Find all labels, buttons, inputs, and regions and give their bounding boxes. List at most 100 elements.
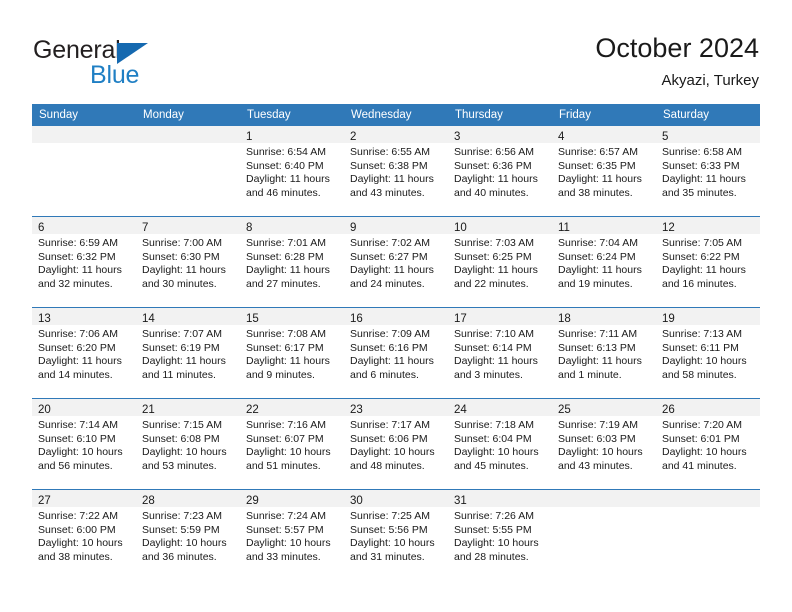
sunrise-text: Sunrise: 6:59 AM	[38, 237, 118, 249]
day-cell-inner: 31 Sunrise: 7:26 AM Sunset: 5:55 PM Dayligh…	[448, 490, 552, 579]
day-cell-inner: 6 Sunrise: 6:59 AM Sunset: 6:32 PM Daylight…	[32, 217, 136, 306]
calendar-day-cell[interactable]: 28 Sunrise: 7:23 AM Sunset: 5:59 PM Dayligh…	[136, 489, 240, 580]
sunset-text: Sunset: 6:16 PM	[350, 341, 428, 354]
sunrise-text: Sunrise: 7:01 AM	[246, 237, 326, 249]
day-cell-inner: 18 Sunrise: 7:11 AM Sunset: 6:13 PM Dayligh…	[552, 308, 656, 397]
calendar-day-cell[interactable]: 17 Sunrise: 7:10 AM Sunset: 6:14 PM Dayligh…	[448, 307, 552, 399]
calendar-week-row: 1 Sunrise: 6:54 AM Sunset: 6:40 PM Daylight…	[32, 126, 760, 217]
daylight-text: Daylight: 10 hours	[662, 355, 747, 368]
calendar-day-cell[interactable]: 31 Sunrise: 7:26 AM Sunset: 5:55 PM Dayligh…	[448, 489, 552, 580]
day-number-band: 21	[136, 399, 240, 416]
calendar-day-cell[interactable]: 29 Sunrise: 7:24 AM Sunset: 5:57 PM Dayligh…	[240, 489, 344, 580]
day-detail-lines: Sunrise: 7:13 AM Sunset: 6:11 PM Daylight:…	[656, 325, 760, 382]
daylight-text: Daylight: 11 hours	[454, 264, 538, 277]
calendar-day-cell[interactable]: 22 Sunrise: 7:16 AM Sunset: 6:07 PM Dayligh…	[240, 398, 344, 490]
day-detail-lines: Sunrise: 7:00 AM Sunset: 6:30 PM Daylight:…	[136, 234, 240, 291]
sunrise-text: Sunrise: 6:58 AM	[662, 146, 742, 158]
daylight-text-cont: and 35 minutes.	[662, 186, 737, 199]
calendar-day-cell[interactable]: 15 Sunrise: 7:08 AM Sunset: 6:17 PM Dayligh…	[240, 307, 344, 399]
calendar-day-cell[interactable]: 30 Sunrise: 7:25 AM Sunset: 5:56 PM Dayligh…	[344, 489, 448, 580]
calendar-day-cell[interactable]: 16 Sunrise: 7:09 AM Sunset: 6:16 PM Dayligh…	[344, 307, 448, 399]
day-number: 13	[38, 313, 51, 325]
day-detail-lines: Sunrise: 7:09 AM Sunset: 6:16 PM Daylight:…	[344, 325, 448, 382]
daylight-text: Daylight: 10 hours	[454, 446, 539, 459]
brand-logo[interactable]: General Blue	[33, 36, 273, 89]
daylight-text-cont: and 11 minutes.	[142, 368, 216, 381]
sunset-text: Sunset: 6:25 PM	[454, 250, 532, 263]
day-cell-inner: 22 Sunrise: 7:16 AM Sunset: 6:07 PM Dayligh…	[240, 399, 344, 488]
day-cell-inner: 2 Sunrise: 6:55 AM Sunset: 6:38 PM Daylight…	[344, 126, 448, 215]
calendar-day-cell[interactable]: 26 Sunrise: 7:20 AM Sunset: 6:01 PM Dayligh…	[656, 398, 760, 490]
daylight-text-cont: and 24 minutes.	[350, 277, 425, 290]
daylight-text: Daylight: 11 hours	[38, 355, 122, 368]
calendar-day-cell[interactable]: 21 Sunrise: 7:15 AM Sunset: 6:08 PM Dayligh…	[136, 398, 240, 490]
calendar-day-cell[interactable]: 23 Sunrise: 7:17 AM Sunset: 6:06 PM Dayligh…	[344, 398, 448, 490]
calendar-day-cell[interactable]: 13 Sunrise: 7:06 AM Sunset: 6:20 PM Dayligh…	[32, 307, 136, 399]
calendar-day-cell[interactable]: 6 Sunrise: 6:59 AM Sunset: 6:32 PM Daylight…	[32, 216, 136, 308]
daylight-text: Daylight: 10 hours	[38, 537, 123, 550]
calendar-day-cell[interactable]: 24 Sunrise: 7:18 AM Sunset: 6:04 PM Dayligh…	[448, 398, 552, 490]
daylight-text-cont: and 14 minutes.	[38, 368, 113, 381]
calendar-day-cell[interactable]: 18 Sunrise: 7:11 AM Sunset: 6:13 PM Dayligh…	[552, 307, 656, 399]
day-number-band: 12	[656, 217, 760, 234]
day-number: 9	[350, 222, 357, 234]
day-number-band: 26	[656, 399, 760, 416]
day-cell-inner: 15 Sunrise: 7:08 AM Sunset: 6:17 PM Dayligh…	[240, 308, 344, 397]
calendar-day-cell[interactable]: 27 Sunrise: 7:22 AM Sunset: 6:00 PM Dayligh…	[32, 489, 136, 580]
daylight-text-cont: and 43 minutes.	[350, 186, 425, 199]
calendar-day-cell[interactable]: 8 Sunrise: 7:01 AM Sunset: 6:28 PM Daylight…	[240, 216, 344, 308]
day-detail-lines: Sunrise: 7:15 AM Sunset: 6:08 PM Daylight:…	[136, 416, 240, 473]
sunrise-text: Sunrise: 7:15 AM	[142, 419, 222, 431]
daylight-text-cont: and 22 minutes.	[454, 277, 529, 290]
day-number-band: 13	[32, 308, 136, 325]
brand-name-blue: Blue	[90, 61, 140, 89]
day-number: 17	[454, 313, 467, 325]
calendar-day-cell[interactable]: 12 Sunrise: 7:05 AM Sunset: 6:22 PM Dayligh…	[656, 216, 760, 308]
daylight-text: Daylight: 11 hours	[662, 173, 746, 186]
sunset-text: Sunset: 5:55 PM	[454, 523, 532, 536]
daylight-text-cont: and 16 minutes.	[662, 277, 737, 290]
calendar-day-cell[interactable]: 7 Sunrise: 7:00 AM Sunset: 6:30 PM Daylight…	[136, 216, 240, 308]
calendar-cell-empty	[656, 489, 760, 580]
daylight-text: Daylight: 11 hours	[246, 173, 330, 186]
calendar-day-cell[interactable]: 19 Sunrise: 7:13 AM Sunset: 6:11 PM Dayligh…	[656, 307, 760, 399]
day-number: 25	[558, 404, 571, 416]
calendar-day-cell[interactable]: 5 Sunrise: 6:58 AM Sunset: 6:33 PM Daylight…	[656, 126, 760, 217]
calendar-day-cell[interactable]: 10 Sunrise: 7:03 AM Sunset: 6:25 PM Dayligh…	[448, 216, 552, 308]
calendar-day-cell[interactable]: 9 Sunrise: 7:02 AM Sunset: 6:27 PM Daylight…	[344, 216, 448, 308]
sunset-text: Sunset: 6:27 PM	[350, 250, 428, 263]
day-number-band: 9	[344, 217, 448, 234]
day-number: 18	[558, 313, 571, 325]
daylight-text-cont: and 56 minutes.	[38, 459, 113, 472]
day-cell-inner: 28 Sunrise: 7:23 AM Sunset: 5:59 PM Dayligh…	[136, 490, 240, 579]
sunrise-text: Sunrise: 7:17 AM	[350, 419, 430, 431]
calendar-day-cell[interactable]: 14 Sunrise: 7:07 AM Sunset: 6:19 PM Dayligh…	[136, 307, 240, 399]
day-cell-inner: 17 Sunrise: 7:10 AM Sunset: 6:14 PM Dayligh…	[448, 308, 552, 397]
day-number-band: 30	[344, 490, 448, 507]
sunset-text: Sunset: 6:07 PM	[246, 432, 324, 445]
daylight-text-cont: and 40 minutes.	[454, 186, 529, 199]
day-cell-inner: 19 Sunrise: 7:13 AM Sunset: 6:11 PM Dayligh…	[656, 308, 760, 397]
daylight-text-cont: and 51 minutes.	[246, 459, 321, 472]
day-number-band: 10	[448, 217, 552, 234]
day-number-band: 17	[448, 308, 552, 325]
calendar-day-cell[interactable]: 11 Sunrise: 7:04 AM Sunset: 6:24 PM Dayligh…	[552, 216, 656, 308]
calendar-day-cell[interactable]: 1 Sunrise: 6:54 AM Sunset: 6:40 PM Daylight…	[240, 126, 344, 217]
day-number: 6	[38, 222, 45, 234]
day-number-band: 15	[240, 308, 344, 325]
sunset-text: Sunset: 6:24 PM	[558, 250, 636, 263]
calendar-day-cell[interactable]: 25 Sunrise: 7:19 AM Sunset: 6:03 PM Dayligh…	[552, 398, 656, 490]
calendar-day-cell[interactable]: 4 Sunrise: 6:57 AM Sunset: 6:35 PM Daylight…	[552, 126, 656, 217]
day-number: 22	[246, 404, 259, 416]
daylight-text-cont: and 1 minute.	[558, 368, 622, 381]
daylight-text-cont: and 43 minutes.	[558, 459, 633, 472]
calendar-day-cell[interactable]: 2 Sunrise: 6:55 AM Sunset: 6:38 PM Daylight…	[344, 126, 448, 217]
daylight-text-cont: and 46 minutes.	[246, 186, 321, 199]
calendar-day-cell[interactable]: 3 Sunrise: 6:56 AM Sunset: 6:36 PM Daylight…	[448, 126, 552, 217]
day-number-band	[552, 490, 656, 507]
day-detail-lines: Sunrise: 7:23 AM Sunset: 5:59 PM Daylight:…	[136, 507, 240, 564]
daylight-text-cont: and 9 minutes.	[246, 368, 315, 381]
day-detail-lines: Sunrise: 7:08 AM Sunset: 6:17 PM Daylight:…	[240, 325, 344, 382]
calendar-day-cell[interactable]: 20 Sunrise: 7:14 AM Sunset: 6:10 PM Dayligh…	[32, 398, 136, 490]
day-number-band: 22	[240, 399, 344, 416]
